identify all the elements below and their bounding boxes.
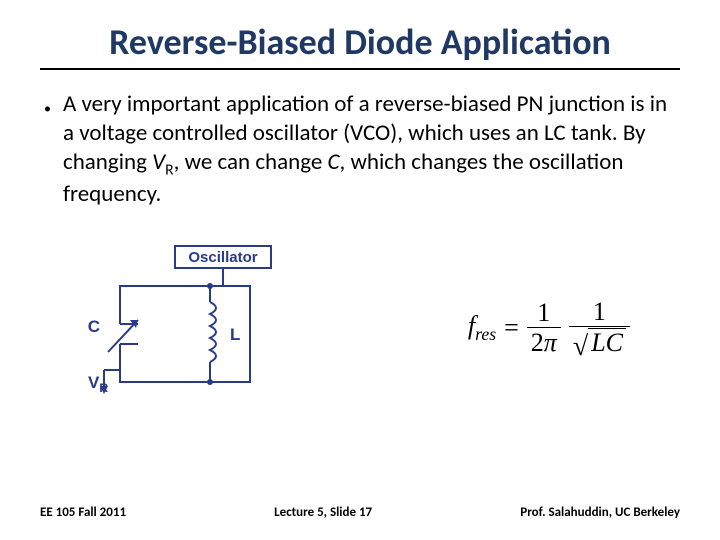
sqrt-sign: √ — [573, 336, 588, 358]
vr-label: VR — [88, 373, 108, 395]
formula-eq: = — [504, 313, 519, 343]
oscillator-label: Oscillator — [188, 249, 257, 266]
bullet-vr: V — [152, 148, 165, 176]
capacitor-label: C — [88, 317, 100, 336]
bullet-c: C — [328, 148, 340, 176]
frac-1-over-sqrtlc: 1 √ LC — [569, 298, 630, 359]
footer-center: Lecture 5, Slide 17 — [274, 505, 372, 520]
footer-left: EE 105 Fall 2011 — [40, 505, 126, 520]
den-pi: π — [544, 328, 557, 357]
sqrt-lc: LC — [588, 328, 626, 356]
bullet-vr-sub: R — [165, 160, 173, 179]
num-1b: 1 — [589, 298, 610, 326]
footer: EE 105 Fall 2011 Lecture 5, Slide 17 Pro… — [40, 505, 680, 520]
footer-right: Prof. Salahuddin, UC Berkeley — [520, 505, 680, 520]
formula: fres = 1 2π 1 √ LC — [468, 298, 630, 359]
formula-res: res — [475, 324, 496, 344]
bullet-text: A very important application of a revers… — [63, 90, 676, 208]
frac-1-over-2pi: 1 2π — [527, 299, 561, 357]
inductor-label: L — [230, 325, 240, 344]
num-1: 1 — [533, 299, 554, 327]
bullet-item: • A very important application of a reve… — [40, 90, 680, 208]
bullet-dot: • — [44, 100, 51, 118]
slide-title: Reverse-Biased Diode Application — [40, 20, 680, 70]
bullet-mid: , we can change — [174, 148, 328, 176]
circuit-diagram: Oscillator C — [70, 240, 290, 415]
den-2: 2 — [531, 328, 544, 357]
sqrt: √ LC — [573, 328, 626, 356]
